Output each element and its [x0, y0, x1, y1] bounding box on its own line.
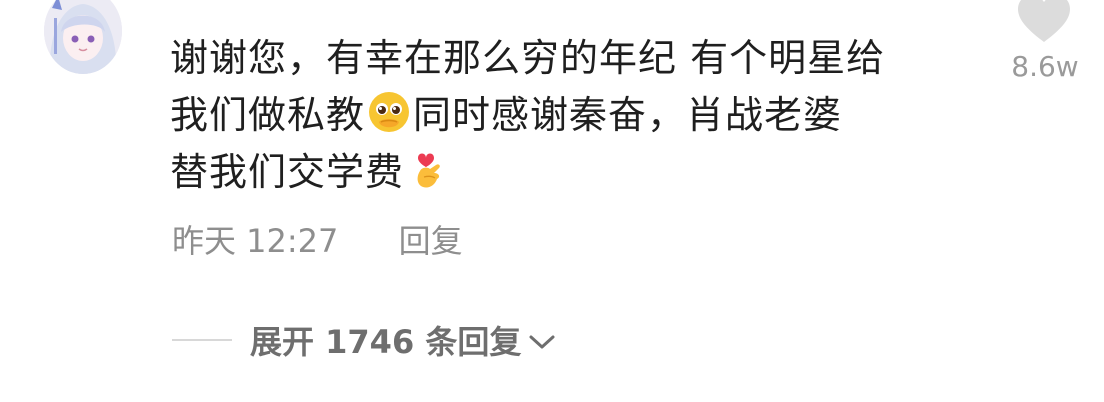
pleading-face-icon [369, 92, 410, 132]
comment-text: 谢谢您，有幸在那么穷的年纪 有个明星给 我们做私教 同时感谢秦奋，肖战老婆 替我… [170, 30, 960, 201]
avatar[interactable] [44, 0, 122, 74]
comment-line-4: 替我们交学费 [170, 144, 960, 201]
comment-line-2: 我们做私教 同时感谢秦奋，肖战老婆 [170, 87, 960, 144]
comment-meta: 昨天 12:27 回复 [172, 216, 463, 262]
comment-timestamp: 昨天 12:27 [172, 222, 339, 260]
comment-line-1: 谢谢您，有幸在那么穷的年纪 有个明星给 [170, 36, 886, 80]
reply-button[interactable]: 回复 [399, 222, 463, 260]
chevron-down-icon[interactable] [527, 331, 557, 353]
expand-replies-label[interactable]: 展开 1746 条回复 [250, 317, 521, 363]
divider-line [172, 339, 232, 341]
comment-line-4-text: 替我们交学费 [170, 150, 405, 194]
comment-line-2-text: 我们做私教 [170, 93, 366, 137]
comment-line-3-text: 同时感谢秦奋，肖战老婆 [413, 93, 843, 137]
heart-icon[interactable] [1016, 0, 1072, 44]
like-count: 8.6w [1011, 50, 1079, 83]
expand-replies-button[interactable]: 展开 1746 条回复 [172, 318, 557, 362]
heart-fingers-icon [417, 153, 440, 188]
